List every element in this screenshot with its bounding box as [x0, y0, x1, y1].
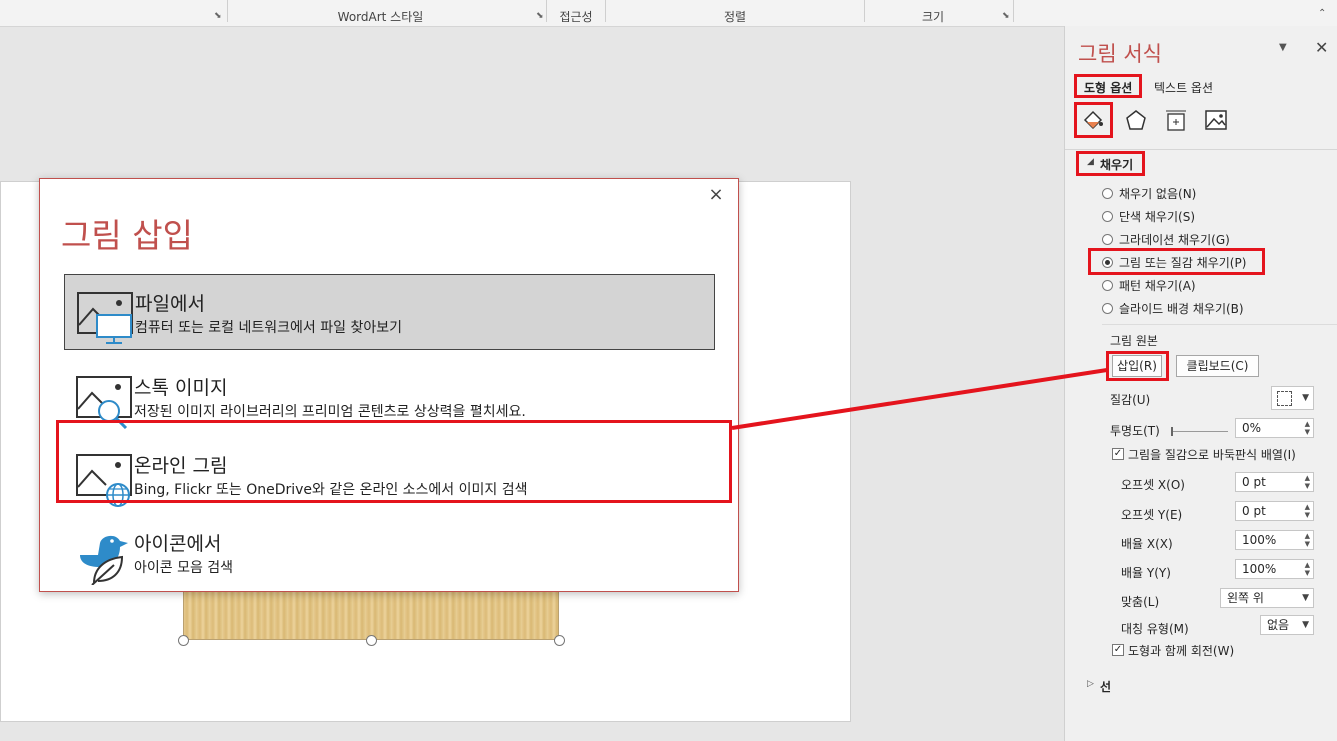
section-line[interactable]: 선	[1100, 678, 1111, 695]
scale-x-label: 배율 X(X)	[1121, 537, 1173, 551]
mirror-label: 대칭 유형(M)	[1121, 622, 1189, 636]
transparency-value: 0%	[1242, 421, 1262, 435]
transparency-slider-track[interactable]	[1173, 431, 1228, 432]
option-title: 스톡 이미지	[134, 377, 228, 399]
pane-options-icon[interactable]: ▼	[1279, 42, 1287, 53]
transparency-input[interactable]: 0% ▲ ▼	[1235, 418, 1314, 438]
divider	[1102, 324, 1337, 325]
align-dropdown[interactable]: 왼쪽 위 ▼	[1220, 588, 1314, 608]
spin-arrows-icon[interactable]: ▲ ▼	[1305, 532, 1310, 548]
spin-arrows-icon[interactable]: ▲ ▼	[1305, 474, 1310, 490]
resize-handle[interactable]	[178, 635, 189, 646]
offset-y-input[interactable]: 0 pt ▲ ▼	[1235, 501, 1314, 521]
chevron-down-icon: ▼	[1302, 620, 1309, 630]
option-from-icons[interactable]: 아이콘에서 아이콘 모음 검색	[64, 515, 715, 591]
tab-text-options[interactable]: 텍스트 옵션	[1154, 79, 1213, 96]
ribbon-group-arrange: 정렬	[606, 0, 864, 26]
option-description: 저장된 이미지 라이브러리의 프리미엄 콘텐츠로 상상력을 펼치세요.	[134, 404, 526, 420]
scale-y-value: 100%	[1242, 562, 1277, 576]
fill-solid-radio[interactable]	[1102, 211, 1113, 222]
mirror-dropdown[interactable]: 없음 ▼	[1260, 615, 1314, 635]
close-icon[interactable]: ×	[706, 185, 726, 205]
option-title: 아이콘에서	[134, 533, 222, 555]
option-from-file[interactable]: 파일에서 컴퓨터 또는 로컬 네트워크에서 파일 찾아보기	[64, 274, 715, 350]
divider	[1065, 149, 1337, 150]
ribbon: ⬊ WordArt 스타일 ⬊ 접근성 정렬 크기 ⬊ ⌃	[0, 0, 1337, 27]
rotate-checkbox-label[interactable]: 도형과 함께 회전(W)	[1128, 642, 1234, 659]
highlight-insert-button	[1106, 351, 1169, 381]
highlight-picture-fill-option	[1088, 248, 1265, 275]
fill-slide-background-radio[interactable]	[1102, 303, 1113, 314]
ribbon-group-accessibility: 접근성	[547, 0, 605, 26]
resize-handle[interactable]	[554, 635, 565, 646]
offset-x-input[interactable]: 0 pt ▲ ▼	[1235, 472, 1314, 492]
texture-swatch-icon	[1277, 391, 1292, 406]
offset-x-value: 0 pt	[1242, 475, 1266, 489]
clipboard-button[interactable]: 클립보드(C)	[1176, 355, 1259, 377]
texture-label: 질감(U)	[1110, 393, 1151, 407]
highlight-online-pictures	[56, 420, 732, 503]
dialog-title: 그림 삽입	[61, 216, 193, 255]
ribbon-group-label: 정렬	[723, 10, 747, 24]
fill-option-label[interactable]: 그라데이션 채우기(G)	[1119, 231, 1230, 248]
fill-none-radio[interactable]	[1102, 188, 1113, 199]
fill-option-label[interactable]: 슬라이드 배경 채우기(B)	[1119, 300, 1244, 317]
ribbon-group-wordart: WordArt 스타일	[228, 0, 533, 26]
fill-option-label[interactable]: 패턴 채우기(A)	[1119, 277, 1196, 294]
pane-title: 그림 서식	[1078, 42, 1162, 66]
textured-shape[interactable]	[183, 584, 559, 640]
option-title: 파일에서	[135, 293, 205, 315]
dialog-launcher-icon[interactable]: ⬊	[214, 12, 222, 21]
mirror-value: 없음	[1267, 618, 1290, 632]
fill-gradient-radio[interactable]	[1102, 234, 1113, 245]
chevron-down-icon: ▼	[1302, 593, 1309, 603]
picture-icon[interactable]	[1204, 108, 1228, 132]
fill-option-label[interactable]: 채우기 없음(N)	[1119, 185, 1196, 202]
collapse-ribbon-icon[interactable]: ⌃	[1318, 8, 1326, 19]
dialog-launcher-icon[interactable]: ⬊	[536, 12, 544, 21]
scale-y-label: 배율 Y(Y)	[1121, 566, 1171, 580]
scale-x-value: 100%	[1242, 533, 1277, 547]
highlight-fill-line-icon	[1074, 102, 1113, 138]
ribbon-group-label: WordArt 스타일	[337, 10, 424, 24]
effects-icon[interactable]	[1124, 108, 1148, 132]
offset-y-label: 오프셋 Y(E)	[1121, 508, 1183, 522]
dialog-launcher-icon[interactable]: ⬊	[1002, 12, 1010, 21]
ribbon-group-label: 크기	[921, 10, 945, 24]
scale-y-input[interactable]: 100% ▲ ▼	[1235, 559, 1314, 579]
scale-x-input[interactable]: 100% ▲ ▼	[1235, 530, 1314, 550]
ribbon-separator	[1013, 0, 1014, 22]
spin-arrows-icon[interactable]: ▲ ▼	[1305, 503, 1310, 519]
picture-source-label: 그림 원본	[1110, 334, 1158, 348]
option-description: 아이콘 모음 검색	[134, 560, 234, 576]
ribbon-group-size: 크기	[865, 0, 1001, 26]
option-description: 컴퓨터 또는 로컬 네트워크에서 파일 찾아보기	[135, 320, 402, 336]
fill-pattern-radio[interactable]	[1102, 280, 1113, 291]
fill-option-label[interactable]: 단색 채우기(S)	[1119, 208, 1195, 225]
offset-y-value: 0 pt	[1242, 504, 1266, 518]
transparency-label: 투명도(T)	[1110, 424, 1160, 438]
chevron-down-icon: ▼	[1302, 393, 1309, 403]
expand-triangle-icon[interactable]: ▷	[1087, 679, 1094, 689]
spin-arrows-icon[interactable]: ▲ ▼	[1305, 420, 1310, 436]
tile-checkbox[interactable]: ✓	[1112, 448, 1124, 460]
highlight-fill-section	[1076, 151, 1145, 176]
align-label: 맞춤(L)	[1121, 595, 1160, 609]
picture-computer-icon	[77, 289, 133, 345]
align-value: 왼쪽 위	[1227, 591, 1264, 605]
offset-x-label: 오프셋 X(O)	[1121, 478, 1185, 492]
tile-checkbox-label[interactable]: 그림을 질감으로 바둑판식 배열(I)	[1128, 446, 1296, 463]
texture-picker[interactable]: ▼	[1271, 386, 1314, 410]
insert-picture-dialog: × 그림 삽입 파일에서 컴퓨터 또는 로컬 네트워크에서 파일 찾아보기 스톡…	[39, 178, 739, 592]
bird-leaf-icon	[76, 529, 132, 586]
rotate-checkbox[interactable]: ✓	[1112, 644, 1124, 656]
highlight-shape-options-tab	[1074, 74, 1142, 98]
spin-arrows-icon[interactable]: ▲ ▼	[1305, 561, 1310, 577]
resize-handle[interactable]	[366, 635, 377, 646]
close-pane-icon[interactable]: ✕	[1315, 38, 1328, 57]
ribbon-group-label: 접근성	[559, 10, 593, 24]
size-properties-icon[interactable]	[1164, 108, 1188, 132]
